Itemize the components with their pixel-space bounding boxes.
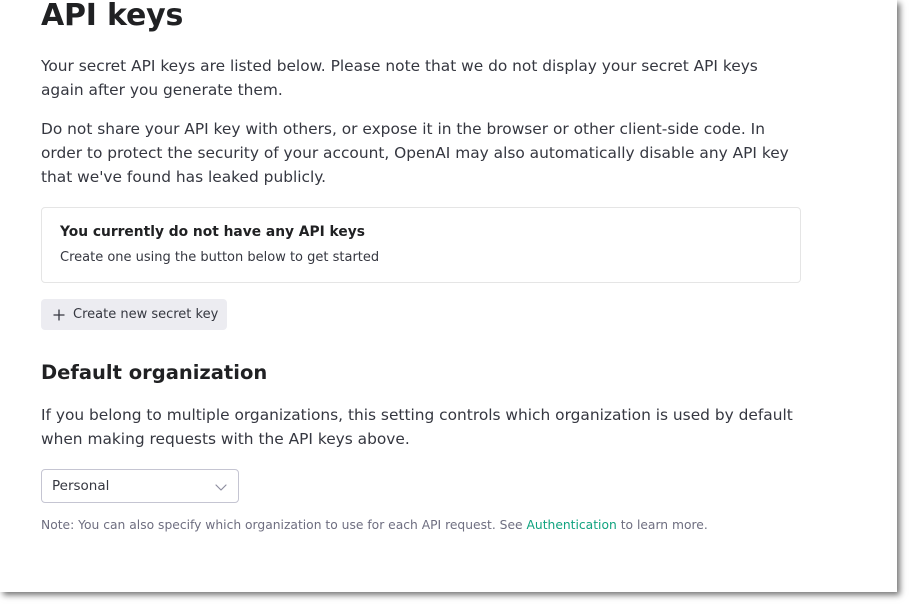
organization-select-value: Personal [52,478,110,494]
page-title: API keys [41,0,184,33]
note-prefix: Note: You can also specify which organiz… [41,518,527,532]
intro-paragraph-1: Your secret API keys are listed below. P… [41,57,758,99]
organization-note: Note: You can also specify which organiz… [41,518,708,532]
create-secret-key-label: Create new secret key [73,307,219,322]
create-secret-key-button[interactable]: Create new secret key [41,299,227,330]
organization-select[interactable]: Personal [41,469,239,503]
chevron-down-icon [215,484,227,491]
default-organization-heading: Default organization [41,361,268,384]
empty-state-title: You currently do not have any API keys [60,224,365,240]
default-organization-description: If you belong to multiple organizations,… [41,406,793,448]
empty-state-subtitle: Create one using the button below to get… [60,250,380,265]
plus-icon [53,308,65,321]
window: API keys Your secret API keys are listed… [0,0,897,592]
authentication-link[interactable]: Authentication [527,518,617,532]
intro-paragraph-2: Do not share your API key with others, o… [41,120,789,186]
empty-state-card: You currently do not have any API keys C… [41,207,801,283]
note-suffix: to learn more. [616,518,708,532]
